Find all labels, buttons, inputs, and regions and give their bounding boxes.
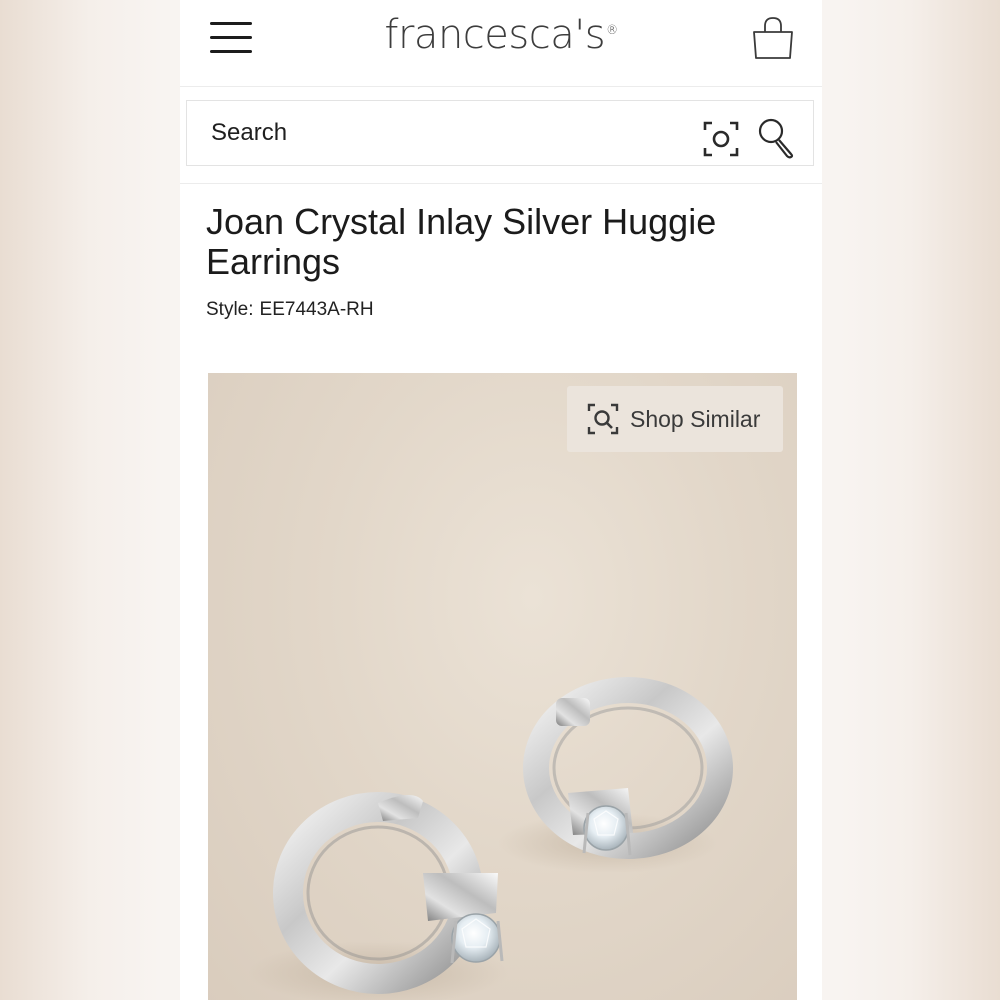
shopping-bag-button[interactable] (750, 16, 796, 62)
style-label: Style: (206, 299, 254, 320)
logo-text: francesca's (384, 12, 606, 58)
registered-mark-icon: ® (606, 22, 618, 37)
search-bar (180, 87, 822, 184)
mobile-screen: francesca's® Search Joan Crystal Inlay S… (180, 0, 822, 1000)
search-button[interactable] (757, 117, 797, 159)
earrings-photo (248, 677, 733, 1000)
site-header: francesca's® (180, 0, 822, 87)
visual-search-icon (587, 403, 619, 435)
search-box (186, 100, 814, 166)
magnifier-icon (758, 118, 794, 159)
product-image[interactable]: Shop Similar (208, 373, 797, 1000)
shopping-bag-icon (753, 17, 793, 59)
style-value: EE7443A-RH (259, 299, 374, 320)
search-input[interactable] (211, 115, 691, 151)
visual-search-button[interactable] (703, 121, 739, 157)
shop-similar-label: Shop Similar (630, 406, 761, 432)
style-number: Style: EE7443A-RH (206, 299, 374, 321)
camera-scan-icon (703, 121, 739, 157)
product-title: Joan Crystal Inlay Silver Huggie Earring… (206, 201, 717, 282)
brand-logo[interactable]: francesca's® (180, 12, 822, 58)
earring-back (523, 677, 733, 859)
shop-similar-button[interactable]: Shop Similar (567, 386, 783, 452)
